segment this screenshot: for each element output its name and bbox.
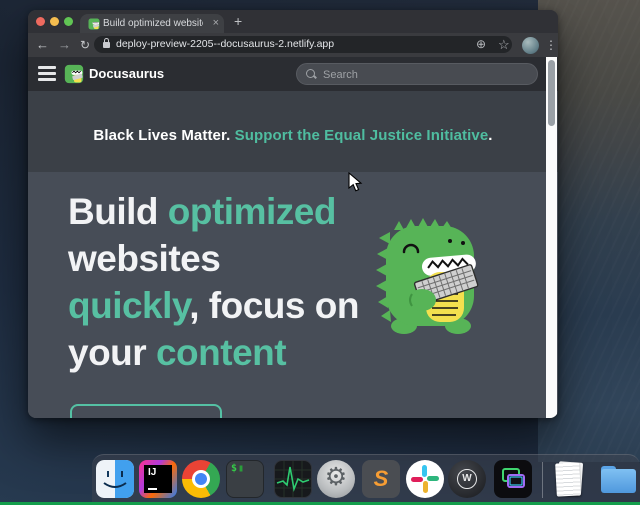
tab-strip: Build optimized websites quick × + bbox=[28, 10, 558, 33]
banner-link[interactable]: Support the Equal Justice Initiative bbox=[230, 127, 488, 144]
hero-section: Build optimizedwebsitesquickly, focus on… bbox=[28, 172, 558, 418]
dock-chrome-icon[interactable] bbox=[182, 460, 220, 498]
docusaurus-favicon bbox=[88, 18, 100, 30]
dock-slack-icon[interactable] bbox=[406, 460, 444, 498]
browser-menu-icon[interactable]: ⋮ bbox=[545, 33, 557, 57]
dock-terminal-icon[interactable]: $ bbox=[226, 460, 264, 498]
dock-intellij-icon[interactable]: IJ bbox=[139, 460, 177, 498]
announcement-banner: Black Lives Matter. Support the Equal Ju… bbox=[28, 91, 558, 172]
dock-activity-monitor-icon[interactable] bbox=[274, 460, 312, 498]
hero-heading: Build optimizedwebsitesquickly, focus on… bbox=[68, 188, 359, 376]
page-scrollbar[interactable] bbox=[546, 57, 557, 418]
minimize-window-button[interactable] bbox=[50, 17, 59, 26]
dock-downloads-folder-icon[interactable] bbox=[599, 460, 637, 498]
dock-screen-sharing-icon[interactable] bbox=[494, 460, 532, 498]
hamburger-menu-icon[interactable] bbox=[38, 66, 56, 82]
extension-icon[interactable]: ⊕ bbox=[476, 36, 486, 53]
reload-icon[interactable]: ↻ bbox=[80, 33, 90, 57]
browser-toolbar: ← → ↻ deploy-preview-2205--docusaurus-2.… bbox=[28, 33, 558, 57]
tab-close-icon[interactable]: × bbox=[213, 17, 219, 30]
site-navbar: Docusaurus bbox=[28, 57, 558, 91]
scrollbar-thumb[interactable] bbox=[548, 60, 555, 126]
banner-period: . bbox=[488, 127, 492, 144]
dock-documents-stack-icon[interactable] bbox=[551, 460, 589, 498]
tab-title: Build optimized websites quick bbox=[103, 18, 203, 29]
browser-tab[interactable]: Build optimized websites quick × bbox=[80, 14, 224, 33]
url-text[interactable]: deploy-preview-2205--docusaurus-2.netlif… bbox=[116, 36, 334, 53]
macos-dock: IJ $ ⚙ S W bbox=[92, 454, 640, 505]
dock-system-preferences-icon[interactable]: ⚙ bbox=[317, 460, 355, 498]
banner-text: Black Lives Matter. bbox=[93, 127, 230, 144]
forward-icon[interactable]: → bbox=[58, 33, 71, 57]
browser-window: Build optimized websites quick × + ← → ↻… bbox=[28, 10, 558, 418]
docusaurus-logo[interactable] bbox=[64, 64, 84, 84]
docusaurus-mascot-illustration bbox=[366, 214, 496, 344]
profile-avatar[interactable] bbox=[522, 37, 539, 54]
zoom-window-button[interactable] bbox=[64, 17, 73, 26]
search-icon bbox=[306, 69, 315, 78]
page-content: Docusaurus Black Lives Matter. Support t… bbox=[28, 57, 558, 418]
dock-sublime-text-icon[interactable]: S bbox=[362, 460, 400, 498]
bookmark-star-icon[interactable]: ☆ bbox=[498, 36, 510, 53]
address-bar[interactable]: deploy-preview-2205--docusaurus-2.netlif… bbox=[94, 36, 512, 53]
search-box[interactable] bbox=[296, 63, 538, 85]
dock-divider bbox=[542, 462, 543, 498]
mouse-cursor bbox=[348, 172, 364, 194]
back-icon[interactable]: ← bbox=[36, 33, 49, 57]
dock-finder-icon[interactable] bbox=[96, 460, 134, 498]
site-title[interactable]: Docusaurus bbox=[89, 57, 164, 91]
search-input[interactable] bbox=[321, 64, 525, 86]
get-started-button[interactable] bbox=[70, 404, 222, 418]
dock-workplace-icon[interactable]: W bbox=[448, 460, 486, 498]
new-tab-button[interactable]: + bbox=[234, 13, 242, 29]
close-window-button[interactable] bbox=[36, 17, 45, 26]
lock-icon bbox=[103, 42, 110, 48]
